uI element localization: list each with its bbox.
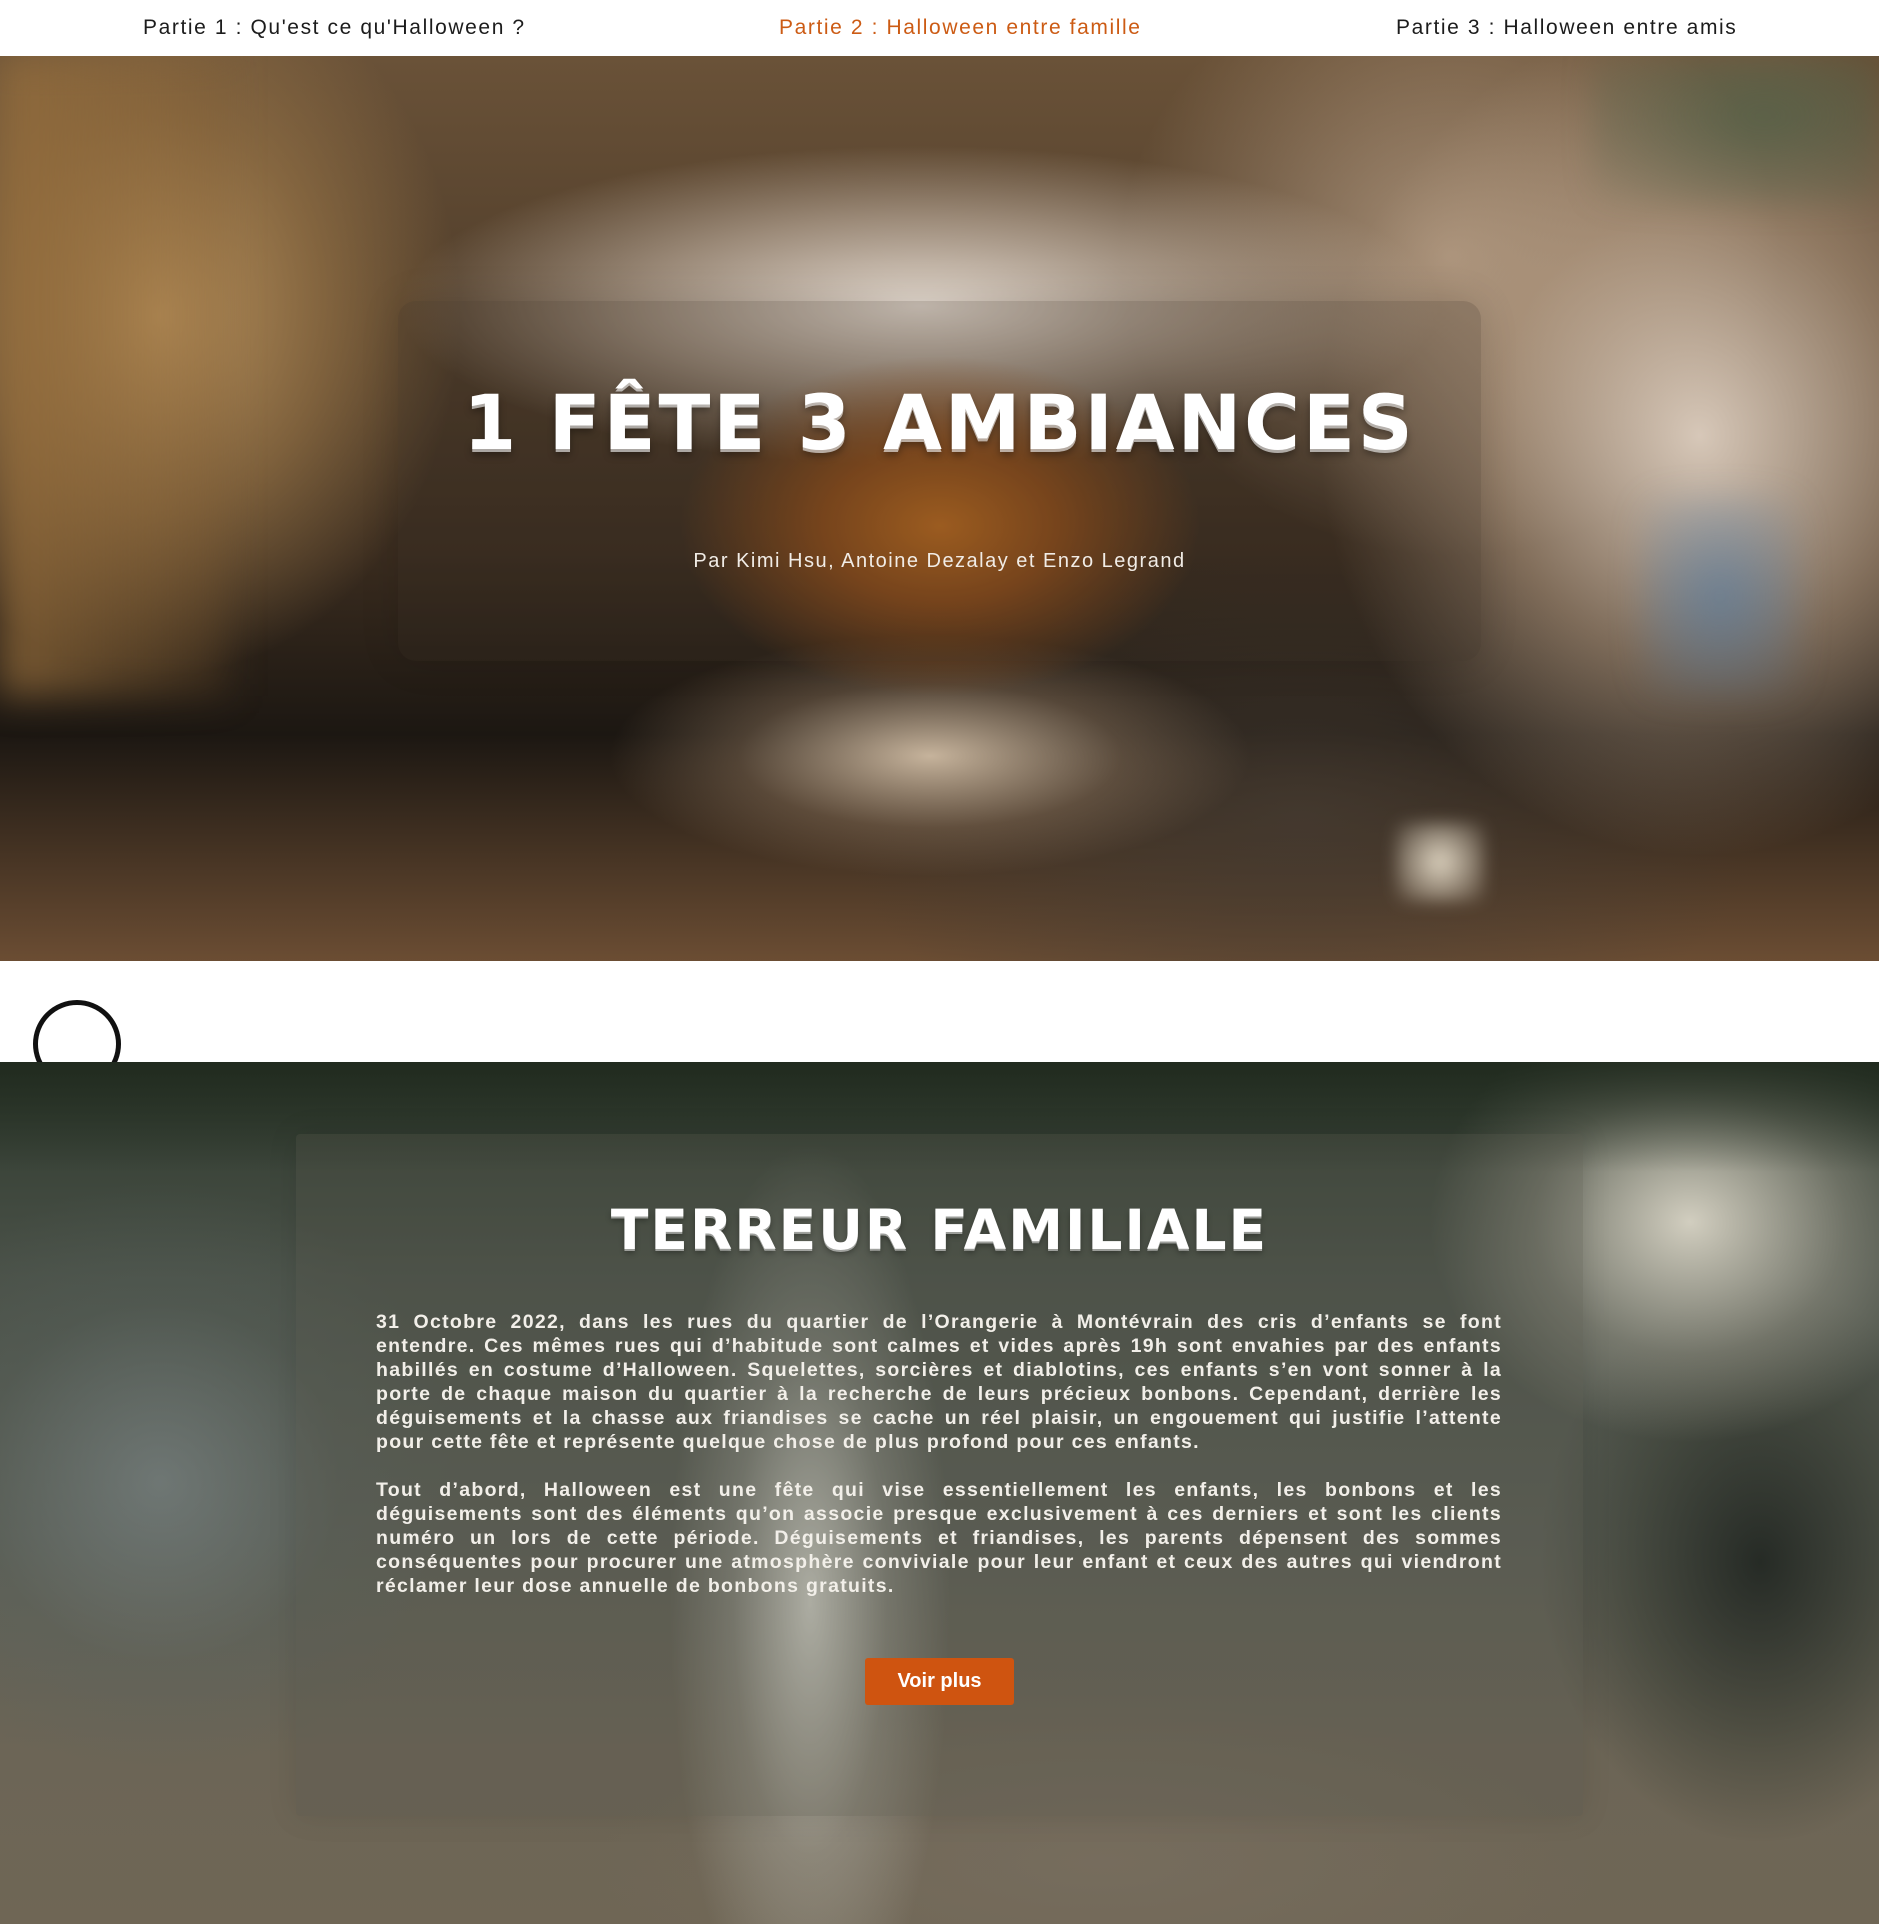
hero-banner	[0, 56, 1879, 961]
nav-link-partie-3[interactable]: Partie 3 : Halloween entre amis	[1396, 14, 1737, 42]
section-spacer	[0, 961, 1879, 1062]
nav-link-partie-2[interactable]: Partie 2 : Halloween entre famille	[779, 14, 1142, 42]
hero-title-panel	[398, 301, 1481, 661]
section-body: 31 Octobre 2022, dans les rues du quarti…	[376, 1310, 1502, 1622]
hero-background-blur	[1640, 496, 1800, 696]
hero-authors: Par Kimi Hsu, Antoine Dezalay et Enzo Le…	[693, 550, 1186, 572]
section-title: TERREUR FAMILIALE	[610, 1198, 1269, 1262]
section-paragraph: Tout d’abord, Halloween est une fête qui…	[376, 1479, 1502, 1597]
voir-plus-button[interactable]: Voir plus	[865, 1658, 1014, 1705]
hero-background-blur	[0, 56, 230, 696]
hero-background-blur	[1590, 56, 1879, 206]
hero-title: 1 FÊTE 3 AMBIANCES	[463, 378, 1416, 467]
nav-link-partie-1[interactable]: Partie 1 : Qu'est ce qu'Halloween ?	[143, 14, 526, 42]
top-navigation: Partie 1 : Qu'est ce qu'Halloween ? Part…	[0, 0, 1879, 56]
section-paragraph: 31 Octobre 2022, dans les rues du quarti…	[376, 1311, 1502, 1453]
hero-background-light	[1395, 822, 1485, 902]
